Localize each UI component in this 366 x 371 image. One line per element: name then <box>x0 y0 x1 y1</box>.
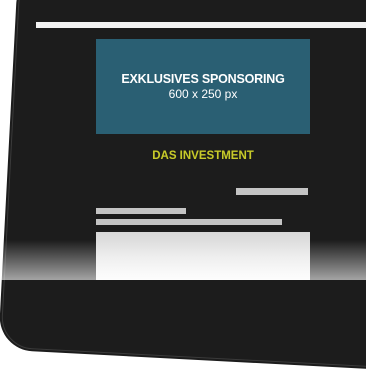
ad-title: EXKLUSIVES SPONSORING <box>121 72 285 86</box>
placeholder-line <box>236 188 308 195</box>
ad-size: 600 x 250 px <box>168 87 238 101</box>
placeholder-line <box>96 219 282 225</box>
sponsoring-ad-banner[interactable]: EXKLUSIVES SPONSORING 600 x 250 px <box>96 39 310 134</box>
section-label: DAS INVESTMENT <box>152 150 254 162</box>
page-top-bar <box>36 22 366 28</box>
placeholder-line <box>96 208 186 214</box>
bottom-fade <box>0 240 366 280</box>
